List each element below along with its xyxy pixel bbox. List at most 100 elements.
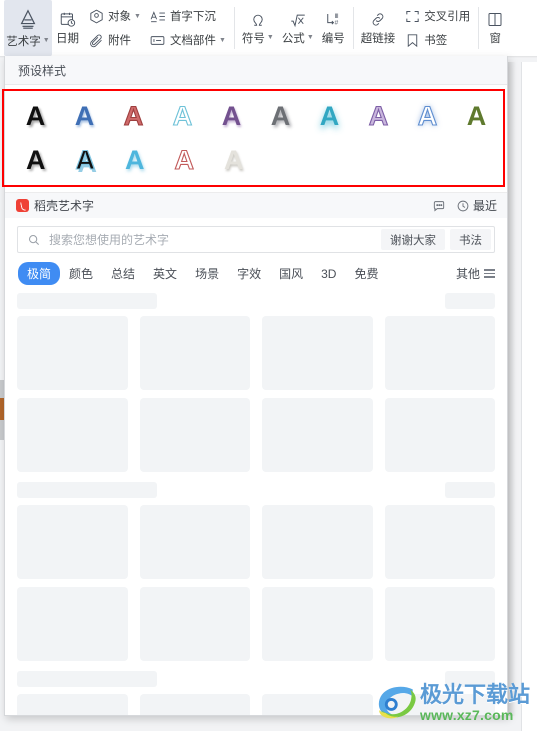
- formula-button[interactable]: 公式 ▼: [278, 4, 318, 52]
- template-grid: [5, 293, 507, 715]
- skeleton-card[interactable]: [262, 694, 373, 715]
- wordart-style-3[interactable]: A: [109, 94, 158, 138]
- category-tab-2[interactable]: 总结: [102, 262, 144, 285]
- skeleton-card[interactable]: [17, 316, 128, 390]
- document-parts-button[interactable]: 文档部件 ▼: [145, 28, 230, 52]
- symbol-button[interactable]: 符号 ▼: [238, 4, 278, 52]
- attachment-button[interactable]: 附件: [83, 28, 145, 52]
- skeleton-card[interactable]: [139, 398, 250, 472]
- chevron-down-icon[interactable]: ▼: [267, 34, 274, 41]
- category-tab-6[interactable]: 国风: [270, 262, 312, 285]
- skeleton-card[interactable]: [384, 505, 495, 579]
- skeleton-card[interactable]: [384, 398, 495, 472]
- search-input[interactable]: [42, 231, 376, 248]
- skeleton-card[interactable]: [17, 398, 128, 472]
- category-tab-8[interactable]: 免费: [345, 262, 387, 285]
- category-tab-5[interactable]: 字效: [228, 262, 270, 285]
- ribbon-group-links: 超链接 交叉引用 书签: [352, 0, 479, 56]
- object-button[interactable]: 对象 ▼: [83, 4, 145, 28]
- wordart-style-1[interactable]: A: [11, 94, 60, 138]
- wordart-style-5[interactable]: A: [207, 94, 256, 138]
- wordart-style-8[interactable]: A: [354, 94, 403, 138]
- feedback-button[interactable]: [432, 199, 446, 213]
- skeleton-card-grid: [17, 694, 495, 715]
- object-attachment-column: 对象 ▼ 附件: [83, 0, 145, 56]
- search-tag-calligraphy[interactable]: 书法: [450, 229, 491, 250]
- wordart-sample-letter: A: [221, 100, 242, 131]
- drop-cap-button[interactable]: 首字下沉: [145, 4, 230, 28]
- skeleton-card[interactable]: [384, 316, 495, 390]
- skeleton-card[interactable]: [262, 505, 373, 579]
- clock-icon: [457, 200, 469, 211]
- skeleton-card[interactable]: [262, 398, 373, 472]
- skeleton-card[interactable]: [139, 505, 250, 579]
- wordart-button[interactable]: 艺术字 ▼: [4, 0, 52, 56]
- recent-button[interactable]: 最近: [456, 197, 497, 214]
- wordart-style-4[interactable]: A: [158, 94, 207, 138]
- cross-reference-button[interactable]: 交叉引用: [399, 4, 474, 28]
- drop-cap-label: 首字下沉: [169, 11, 216, 23]
- hyperlink-button[interactable]: 超链接: [357, 4, 400, 52]
- crossref-bookmark-column: 交叉引用 书签: [399, 0, 474, 56]
- skeleton-card[interactable]: [139, 316, 250, 390]
- category-tab-7[interactable]: 3D: [312, 264, 345, 284]
- wordart-sample-letter: A: [75, 144, 96, 175]
- chevron-down-icon[interactable]: ▼: [43, 37, 50, 44]
- skeleton-card[interactable]: [384, 694, 495, 715]
- date-button[interactable]: 日期: [52, 4, 83, 52]
- skeleton-card[interactable]: [262, 316, 373, 390]
- skeleton-card[interactable]: [139, 694, 250, 715]
- chevron-down-icon[interactable]: ▼: [219, 37, 226, 44]
- preset-styles-title: 预设样式: [18, 63, 67, 78]
- wordart-icon: [17, 7, 39, 31]
- more-categories-button[interactable]: 其他: [456, 265, 497, 282]
- skeleton-card[interactable]: [17, 587, 128, 661]
- numbering-button[interactable]: Ⅲ # 编号: [318, 4, 349, 52]
- date-label: 日期: [56, 32, 79, 45]
- wordart-style-2[interactable]: A: [60, 94, 109, 138]
- ribbon-group-symbols: 符号 ▼ 公式 ▼ Ⅲ # 编号: [233, 0, 353, 56]
- skeleton-title-placeholder: [17, 293, 157, 309]
- app-root: 艺术字 ▼ 日期 对象 ▼ 附件 首字下沉 文档部件 ▼ 符号 ▼ 公式 ▼ Ⅲ…: [0, 0, 537, 731]
- category-tab-0[interactable]: 极简: [18, 262, 61, 285]
- wordart-row-2: AAAAA: [11, 138, 501, 182]
- wordart-style-11[interactable]: A: [11, 138, 61, 182]
- bookmark-button[interactable]: 书签: [399, 28, 474, 52]
- window-icon: [486, 11, 504, 29]
- window-button[interactable]: 窗: [482, 4, 508, 52]
- wordart-style-15[interactable]: A: [209, 138, 259, 182]
- symbol-label: 符号: [241, 32, 265, 45]
- skeleton-card[interactable]: [139, 587, 250, 661]
- object-icon: [87, 7, 105, 25]
- window-column: 窗: [482, 0, 508, 56]
- search-box[interactable]: 谢谢大家 书法: [17, 226, 495, 253]
- wordart-style-13[interactable]: A: [110, 138, 160, 182]
- wordart-style-10[interactable]: A: [452, 94, 501, 138]
- chevron-down-icon[interactable]: ▼: [134, 13, 141, 20]
- category-tab-1[interactable]: 颜色: [60, 262, 102, 285]
- skeleton-card[interactable]: [384, 587, 495, 661]
- preset-styles-header: 预设样式: [5, 56, 507, 85]
- numbering-icon: Ⅲ #: [324, 11, 342, 29]
- category-tab-4[interactable]: 场景: [186, 262, 228, 285]
- wordart-style-14[interactable]: A: [160, 138, 210, 182]
- document-parts-icon: [149, 31, 167, 49]
- skeleton-card[interactable]: [17, 505, 128, 579]
- bookmark-label: 书签: [424, 35, 448, 47]
- wordart-style-6[interactable]: A: [256, 94, 305, 138]
- document-parts-label: 文档部件: [169, 35, 216, 47]
- skeleton-card[interactable]: [17, 694, 128, 715]
- wordart-style-12[interactable]: A: [61, 138, 111, 182]
- search-tag-thanks[interactable]: 谢谢大家: [381, 229, 445, 250]
- wordart-style-7[interactable]: A: [305, 94, 354, 138]
- skeleton-card-grid: [17, 505, 495, 661]
- chevron-down-icon[interactable]: ▼: [307, 34, 314, 41]
- dropcap-docparts-column: 首字下沉 文档部件 ▼: [145, 0, 230, 56]
- skeleton-card[interactable]: [262, 587, 373, 661]
- wordart-sample-letter: A: [224, 144, 244, 175]
- wordart-style-9[interactable]: A: [403, 94, 452, 138]
- skeleton-more-placeholder: [445, 482, 495, 498]
- object-label: 对象: [108, 11, 131, 23]
- drop-cap-icon: [149, 7, 167, 25]
- category-tab-3[interactable]: 英文: [144, 262, 186, 285]
